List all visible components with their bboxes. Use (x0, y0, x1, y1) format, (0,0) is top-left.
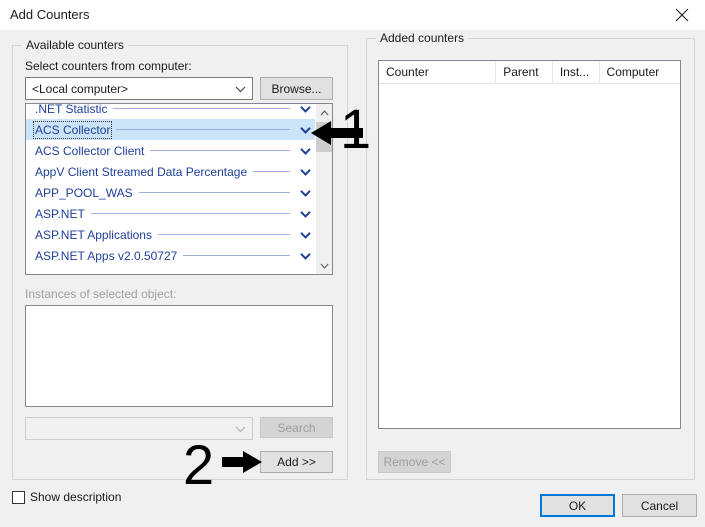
chevron-down-icon (228, 85, 252, 93)
chevron-down-icon[interactable] (298, 231, 312, 239)
added-counters-table[interactable]: Counter Parent Inst... Computer (378, 60, 681, 429)
counter-list-item[interactable]: ACS Collector (26, 119, 316, 140)
chevron-down-icon[interactable] (298, 189, 312, 197)
leader-line (90, 213, 290, 214)
leader-line (150, 150, 290, 151)
chevron-down-icon[interactable] (298, 105, 312, 113)
counter-list-item-label: ACS Collector (32, 120, 113, 139)
counter-list-item-label: .NET Statistic (35, 103, 108, 116)
show-description-checkbox[interactable]: Show description (12, 490, 121, 504)
leader-line (157, 234, 290, 235)
counter-list-item-label: ASP.NET (35, 206, 85, 221)
checkbox-box-icon (12, 490, 25, 504)
chevron-down-icon[interactable] (298, 126, 312, 134)
select-computer-label: Select counters from computer: (25, 59, 192, 73)
close-icon[interactable] (659, 0, 705, 30)
counter-list-item-label: AppV Client Streamed Data Percentage (35, 164, 248, 179)
add-button[interactable]: Add >> (260, 451, 333, 473)
counter-list-item[interactable]: .NET Statistic (26, 103, 316, 119)
counter-list-item-label: ASP.NET Applications (35, 227, 152, 242)
computer-combobox[interactable]: <Local computer> (25, 77, 253, 100)
available-counters-legend: Available counters (22, 38, 128, 52)
chevron-down-icon[interactable] (298, 168, 312, 176)
available-counters-list[interactable]: .NET Statistic ACS Collector ACS Collector… (25, 103, 333, 275)
added-counters-header-row: Counter Parent Inst... Computer (379, 61, 680, 84)
leader-line (183, 255, 290, 256)
added-counters-legend: Added counters (376, 31, 469, 45)
computer-combobox-value: <Local computer> (32, 81, 129, 96)
right-arrow-icon (222, 451, 262, 473)
search-button[interactable]: Search (260, 417, 333, 438)
counter-list-item[interactable]: APP_POOL_WAS (26, 182, 316, 203)
counter-list-item-label: APP_POOL_WAS (35, 185, 133, 200)
chevron-down-icon[interactable] (298, 252, 312, 260)
column-header[interactable]: Parent (496, 61, 553, 83)
scroll-down-icon[interactable] (316, 257, 332, 274)
leader-line (113, 108, 290, 109)
window-title: Add Counters (10, 7, 90, 22)
annotation-number-2: 2 (183, 433, 215, 496)
counter-list-item[interactable]: ASP.NET (26, 203, 316, 224)
show-description-label: Show description (30, 490, 122, 504)
chevron-down-icon[interactable] (298, 147, 312, 155)
counter-list-item-label: ACS Collector Client (35, 143, 145, 158)
scroll-up-icon[interactable] (316, 104, 332, 121)
leader-line (138, 192, 290, 193)
column-header[interactable]: Counter (379, 61, 497, 83)
cancel-button[interactable]: Cancel (622, 494, 697, 517)
window-titlebar: Add Counters (0, 0, 705, 30)
counter-list-item[interactable]: ACS Collector Client (26, 140, 316, 161)
counter-list-item[interactable]: ASP.NET Applications (26, 224, 316, 245)
search-combobox[interactable] (25, 417, 253, 440)
chevron-down-icon (228, 425, 252, 433)
instances-list[interactable] (25, 305, 333, 407)
remove-button[interactable]: Remove << (378, 451, 451, 473)
column-header[interactable]: Inst... (553, 61, 600, 83)
column-header[interactable]: Computer (600, 61, 680, 83)
browse-button[interactable]: Browse... (260, 77, 333, 100)
leader-line (253, 171, 290, 172)
ok-button[interactable]: OK (540, 494, 615, 517)
instances-label: Instances of selected object: (25, 287, 177, 301)
counter-list-item-label: ASP.NET Apps v2.0.50727 (35, 248, 178, 263)
leader-line (116, 129, 290, 130)
chevron-down-icon[interactable] (298, 210, 312, 218)
left-arrow-icon (311, 121, 363, 145)
counter-list-item[interactable]: ASP.NET Apps v2.0.50727 (26, 245, 316, 266)
counter-list-item[interactable]: AppV Client Streamed Data Percentage (26, 161, 316, 182)
